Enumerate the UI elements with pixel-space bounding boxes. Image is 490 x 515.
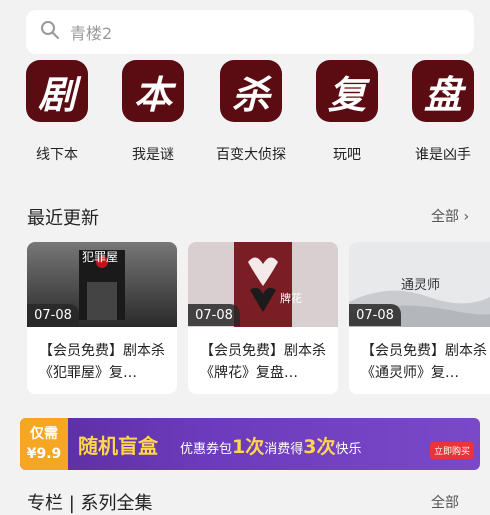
update-date: 07-08 (349, 304, 401, 326)
category-item-offline[interactable]: 剧 线下本 (17, 60, 97, 164)
category-label: 百变大侦探 (216, 147, 286, 163)
search-query: 青楼2 (70, 24, 113, 43)
banner-sub-c: 消费得 (264, 442, 304, 457)
chevron-right-icon: › (463, 209, 470, 225)
category-item-detective[interactable]: 杀 百变大侦探 (211, 60, 291, 164)
banner-subtext: 优惠券包1次消费得3次快乐 (180, 432, 362, 459)
banner-sub-e: 快乐 (335, 442, 362, 457)
card-title: 【会员免费】剧本杀《牌花》复盘… (200, 343, 326, 381)
promo-banner[interactable]: 仅需 ¥9.9 随机盲盒 优惠券包1次消费得3次快乐 立即购买 (20, 418, 480, 470)
buy-now-button[interactable]: 立即购买 (429, 442, 474, 459)
price-label: 仅需 (30, 426, 58, 442)
cover-title-text: 牌花 (280, 292, 302, 305)
banner-sub-a: 优惠券包 (180, 442, 233, 457)
recent-card[interactable]: 犯罪屋 07-08 【会员免费】剧本杀《犯罪屋》复… (27, 242, 177, 394)
search-icon (40, 20, 60, 44)
price-value: ¥9.9 (26, 446, 62, 462)
price-badge: 仅需 ¥9.9 (20, 418, 68, 470)
search-bar[interactable]: 青楼2 (26, 10, 474, 54)
cover-title-text: 通灵师 (401, 278, 441, 293)
category-item-murderer[interactable]: 盘 谁是凶手 (403, 60, 483, 164)
category-icon: 剧 (26, 60, 88, 122)
section-title-series: 专栏 | 系列全集 (27, 493, 153, 514)
view-all-series-link[interactable]: 全部 (431, 492, 459, 512)
update-date: 07-08 (188, 304, 240, 326)
view-all-recent-link[interactable]: 全部 › (431, 206, 469, 226)
category-row: 剧 线下本 本 我是谜 杀 百变大侦探 复 玩吧 盘 谁是凶手 (0, 60, 490, 170)
cover-title-text: 犯罪屋 (82, 250, 119, 264)
category-icon: 复 (316, 60, 378, 122)
category-label: 玩吧 (333, 147, 361, 163)
banner-sub-d: 3次 (303, 436, 336, 458)
category-item-wanba[interactable]: 复 玩吧 (307, 60, 387, 164)
category-icon: 盘 (412, 60, 474, 122)
category-item-woshimi[interactable]: 本 我是谜 (113, 60, 193, 164)
banner-sub-b: 1次 (232, 436, 265, 458)
recent-card[interactable]: 通灵师 07-08 【会员免费】剧本杀《通灵师》复… (349, 242, 490, 394)
category-icon: 杀 (220, 60, 282, 122)
category-label: 我是谜 (132, 147, 174, 163)
banner-headline: 随机盲盒 (78, 434, 158, 458)
section-title-recent: 最近更新 (27, 208, 99, 229)
category-icon: 本 (122, 60, 184, 122)
category-label: 线下本 (36, 147, 78, 163)
update-date: 07-08 (27, 304, 79, 326)
view-all-label: 全部 (431, 495, 459, 511)
card-title: 【会员免费】剧本杀《通灵师》复… (361, 343, 487, 381)
category-label: 谁是凶手 (415, 147, 471, 163)
view-all-label: 全部 (431, 209, 459, 225)
recent-card[interactable]: 牌花 07-08 【会员免费】剧本杀《牌花》复盘… (188, 242, 338, 394)
card-title: 【会员免费】剧本杀《犯罪屋》复… (39, 343, 165, 381)
